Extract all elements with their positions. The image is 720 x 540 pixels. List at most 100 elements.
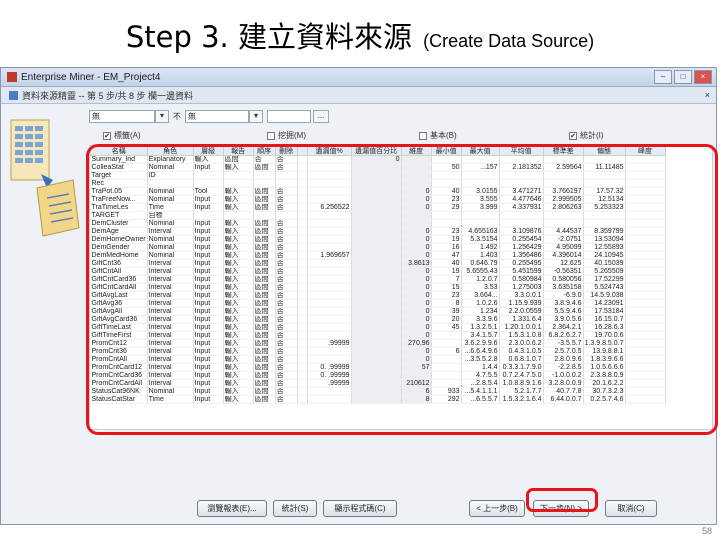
table-cell[interactable]: 輸入	[223, 355, 254, 364]
table-cell[interactable]: 區間	[253, 259, 276, 268]
table-row[interactable]: GiftAvgCard36 Interval Input 輸入 區間否 0 20 3.3.9.…	[90, 315, 666, 324]
table-cell[interactable]: Input	[193, 371, 224, 380]
table-cell[interactable]: 輸入	[223, 227, 254, 236]
table-cell[interactable]: 輸入	[223, 163, 254, 172]
table-row[interactable]: TraPot.05 Nominal Tool 輸入 區間否 0 40 3.0155 3.4712…	[90, 187, 666, 196]
column-header[interactable]: 角色	[146, 146, 194, 156]
table-cell[interactable]: GiftAvgLast	[90, 291, 148, 300]
table-cell[interactable]	[193, 171, 224, 180]
table-cell[interactable]: DemMedHome	[90, 251, 148, 260]
table-cell[interactable]: Interval	[147, 275, 194, 284]
table-cell[interactable]: 輸入	[223, 291, 254, 300]
table-row[interactable]: Target ID	[90, 171, 666, 180]
table-cell[interactable]: 輸入	[223, 323, 254, 332]
checkbox-basic-option[interactable]: 基本(B)	[419, 130, 457, 141]
filter-dropdown-icon-2[interactable]: ▾	[249, 110, 263, 123]
column-header[interactable]: 順序	[252, 146, 276, 156]
table-cell[interactable]: 輸入	[223, 379, 254, 388]
table-cell[interactable]: Interval	[147, 363, 194, 372]
table-cell[interactable]: Interval	[147, 347, 194, 356]
table-cell[interactable]: 否	[275, 395, 298, 404]
table-cell[interactable]: Target	[90, 171, 148, 180]
table-cell[interactable]: PromCntCardAll	[90, 379, 148, 388]
table-cell[interactable]: 否	[275, 163, 298, 172]
table-cell[interactable]: 區間	[253, 323, 276, 332]
column-header[interactable]: 刪除	[274, 146, 298, 156]
table-row[interactable]: TARGET 目標	[90, 211, 666, 220]
table-cell[interactable]: ID	[147, 171, 194, 180]
table-cell[interactable]: GiftCntCardAll	[90, 283, 148, 292]
table-cell[interactable]: 區間	[253, 203, 276, 212]
table-cell[interactable]: StatusCatStar	[90, 395, 148, 404]
table-cell[interactable]: 區間	[253, 267, 276, 276]
table-cell[interactable]: 否	[275, 227, 298, 236]
column-header[interactable]: 遺漏值%	[306, 146, 352, 156]
table-cell[interactable]: Time	[147, 395, 194, 404]
table-cell[interactable]: Nominal	[147, 387, 194, 396]
table-cell[interactable]: PromCnt12	[90, 339, 148, 348]
table-cell[interactable]: 區間	[253, 363, 276, 372]
table-cell[interactable]: Interval	[147, 259, 194, 268]
table-cell[interactable]: 輸入	[223, 371, 254, 380]
table-cell[interactable]: 區間	[253, 395, 276, 404]
table-cell[interactable]: Input	[193, 267, 224, 276]
table-cell[interactable]: Nominal	[147, 235, 194, 244]
table-cell[interactable]: 否	[275, 323, 298, 332]
table-cell[interactable]: 區間	[253, 251, 276, 260]
table-cell[interactable]: 否	[275, 387, 298, 396]
column-header[interactable]: 層級	[192, 146, 224, 156]
table-cell[interactable]: 目標	[147, 211, 194, 220]
table-cell[interactable]: TraTimeLes	[90, 203, 148, 212]
table-cell[interactable]: Input	[193, 395, 224, 404]
table-cell[interactable]: Nominal	[147, 243, 194, 252]
table-cell[interactable]: 否	[275, 283, 298, 292]
table-cell[interactable]: Summary_Ind	[90, 155, 148, 164]
table-cell[interactable]: 區間	[253, 387, 276, 396]
table-cell[interactable]: 否	[275, 371, 298, 380]
table-cell[interactable]: Input	[193, 275, 224, 284]
table-cell[interactable]: 輸入	[223, 267, 254, 276]
table-cell[interactable]: 否	[275, 315, 298, 324]
maximize-icon[interactable]: □	[674, 70, 692, 84]
table-cell[interactable]: PromCntAll	[90, 355, 148, 364]
table-cell[interactable]: Input	[193, 259, 224, 268]
table-cell[interactable]: 輸入	[223, 347, 254, 356]
table-cell[interactable]: 區間	[253, 347, 276, 356]
checkbox-mining-option[interactable]: 挖掘(M)	[267, 130, 306, 141]
table-cell[interactable]: 區間	[253, 195, 276, 204]
table-cell[interactable]: 否	[275, 219, 298, 228]
table-cell[interactable]: Input	[193, 339, 224, 348]
table-cell[interactable]: Interval	[147, 355, 194, 364]
table-cell[interactable]: Input	[193, 235, 224, 244]
table-cell[interactable]: 區間	[253, 299, 276, 308]
table-cell[interactable]: Input	[193, 291, 224, 300]
checkbox-label-option[interactable]: 標籤(A)	[103, 130, 141, 141]
table-cell[interactable]: Input	[193, 299, 224, 308]
table-row[interactable]: PromCntCard12 Interval Input 輸入 區間否 0. .99999…	[90, 363, 666, 372]
table-cell[interactable]: Nominal	[147, 251, 194, 260]
table-cell[interactable]: TraFreeNow...	[90, 195, 148, 204]
explore-button[interactable]: 瀏覽報表(E)...	[197, 500, 267, 517]
table-cell[interactable]: 區間	[253, 275, 276, 284]
table-cell[interactable]: DemHomeOwner	[90, 235, 148, 244]
table-cell[interactable]: 區間	[253, 219, 276, 228]
table-cell[interactable]: 否	[275, 235, 298, 244]
table-cell[interactable]: GiftCntCard36	[90, 275, 148, 284]
table-cell[interactable]: Nominal	[147, 219, 194, 228]
column-header[interactable]: 報告	[222, 146, 254, 156]
table-cell[interactable]: 輸入	[223, 299, 254, 308]
table-cell[interactable]: GiftCntAll	[90, 267, 148, 276]
column-header[interactable]: 名稱	[90, 146, 148, 156]
table-cell[interactable]: 否	[275, 267, 298, 276]
table-cell[interactable]	[223, 171, 254, 180]
show-code-button[interactable]: 顯示程式碼(C)	[323, 500, 397, 517]
table-cell[interactable]: Input	[193, 323, 224, 332]
table-cell[interactable]: 區間	[253, 355, 276, 364]
table-cell[interactable]: 輸入	[223, 235, 254, 244]
table-cell[interactable]: Input	[193, 227, 224, 236]
column-header[interactable]	[296, 146, 308, 156]
table-cell[interactable]: Interval	[147, 371, 194, 380]
table-row[interactable]: TraTimeLes Time Input 輸入 區間否 6.256522 0 29 3.999…	[90, 203, 666, 212]
table-cell[interactable]: 區間	[253, 315, 276, 324]
table-row[interactable]: DemGender Nominal Input 輸入 區間否 0 16 1.492 1.2564…	[90, 243, 666, 252]
